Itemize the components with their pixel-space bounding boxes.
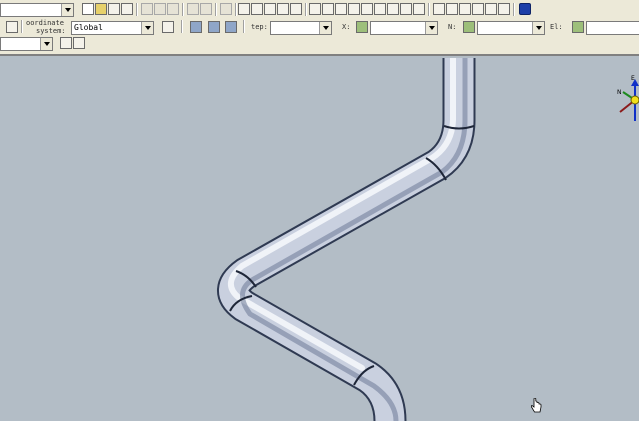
x-label: X:: [342, 23, 351, 31]
axis-triad: N E: [617, 75, 639, 121]
pipe-tool-2-icon[interactable]: [251, 3, 263, 15]
delete-icon[interactable]: [167, 3, 179, 15]
zoom-extents-icon[interactable]: [472, 3, 484, 15]
axis-x-label: N: [617, 89, 622, 96]
pan-icon[interactable]: [446, 3, 458, 15]
add-icon[interactable]: [187, 3, 199, 15]
pipe-tool-4-icon[interactable]: [277, 3, 289, 15]
view-tool-2-icon[interactable]: [322, 3, 334, 15]
separator: [182, 3, 184, 16]
zoom-window-icon[interactable]: [459, 3, 471, 15]
undo-icon[interactable]: [220, 3, 232, 15]
pipe-tool-5-icon[interactable]: [290, 3, 302, 15]
el-coordinate-input[interactable]: [586, 21, 639, 35]
view-mode-2-icon[interactable]: [208, 21, 220, 33]
rotate-icon[interactable]: [485, 3, 497, 15]
pipe-tool-3-icon[interactable]: [264, 3, 276, 15]
separator: [243, 20, 245, 33]
model-viewport[interactable]: N E: [0, 58, 639, 421]
separator: [513, 3, 515, 16]
new-file-icon[interactable]: [82, 3, 94, 15]
separator: [21, 20, 23, 33]
separator: [136, 3, 138, 16]
fit-view-icon[interactable]: [498, 3, 510, 15]
x-coordinate-select[interactable]: [370, 21, 438, 35]
view-tool-4-icon[interactable]: [348, 3, 360, 15]
open-folder-icon[interactable]: [95, 3, 107, 15]
n-coordinate-icon[interactable]: [463, 21, 475, 33]
view-tool-5-icon[interactable]: [361, 3, 373, 15]
coordinate-system-value: Global: [74, 23, 103, 32]
pipe-run[interactable]: [217, 58, 476, 421]
coordinate-tool-icon[interactable]: [6, 21, 18, 33]
print-icon[interactable]: [121, 3, 133, 15]
step-label: tep:: [251, 23, 268, 31]
chevron-down-icon[interactable]: [425, 22, 437, 34]
view-mode-1-icon[interactable]: [190, 21, 202, 33]
filter-2-icon[interactable]: [73, 37, 85, 49]
n-coordinate-select[interactable]: [477, 21, 545, 35]
coordinate-label-line2: system:: [36, 27, 66, 35]
coordinate-label-line1: oordinate: [26, 19, 64, 27]
toolbar: oordinate system: Global tep: X: N: El:: [0, 0, 639, 56]
el-coordinate-icon[interactable]: [572, 21, 584, 33]
el-label: El:: [550, 23, 563, 31]
copy-icon[interactable]: [154, 3, 166, 15]
toolbar-row-2: oordinate system: Global tep: X: N: El:: [0, 19, 639, 36]
refresh-icon[interactable]: [200, 3, 212, 15]
coordinate-settings-icon[interactable]: [162, 21, 174, 33]
coordinate-system-select[interactable]: Global: [71, 21, 154, 35]
view-dropdown-icon[interactable]: [413, 3, 425, 15]
pipe-tool-1-icon[interactable]: [238, 3, 250, 15]
separator: [428, 3, 430, 16]
x-coordinate-icon[interactable]: [356, 21, 368, 33]
view-tool-3-icon[interactable]: [335, 3, 347, 15]
chevron-down-icon[interactable]: [61, 4, 73, 16]
top-left-combo[interactable]: [0, 3, 74, 17]
axis-y-label: E: [631, 75, 635, 82]
view-tool-1-icon[interactable]: [309, 3, 321, 15]
filter-1-icon[interactable]: [60, 37, 72, 49]
view-tool-7-icon[interactable]: [387, 3, 399, 15]
zoom-icon[interactable]: [433, 3, 445, 15]
separator: [305, 3, 307, 16]
separator: [235, 3, 237, 16]
step-select[interactable]: [270, 21, 332, 35]
view-mode-3-icon[interactable]: [225, 21, 237, 33]
view-tool-8-icon[interactable]: [400, 3, 412, 15]
triad-origin: [630, 95, 639, 105]
help-icon[interactable]: [519, 3, 531, 15]
save-icon[interactable]: [108, 3, 120, 15]
cut-icon[interactable]: [141, 3, 153, 15]
n-label: N:: [448, 23, 457, 31]
separator: [215, 3, 217, 16]
separator: [181, 20, 183, 33]
toolbar-row-1: [0, 2, 639, 19]
view-tool-6-icon[interactable]: [374, 3, 386, 15]
row3-combo[interactable]: [0, 37, 53, 51]
chevron-down-icon[interactable]: [40, 38, 52, 50]
chevron-down-icon[interactable]: [532, 22, 544, 34]
toolbar-row-3: [0, 36, 639, 53]
chevron-down-icon[interactable]: [319, 22, 331, 34]
chevron-down-icon[interactable]: [141, 22, 153, 34]
hand-pointer-icon: [530, 398, 542, 413]
